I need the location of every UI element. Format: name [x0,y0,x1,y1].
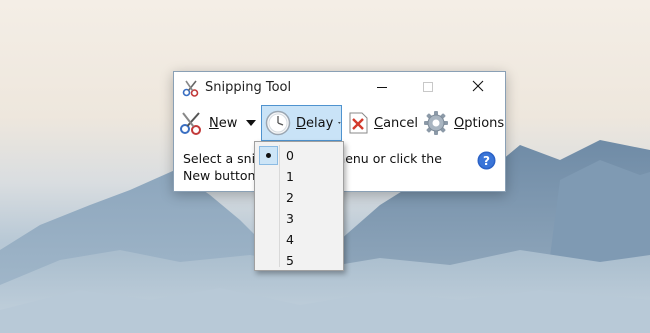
close-button[interactable] [459,72,505,103]
chevron-down-icon [246,120,256,126]
help-icon[interactable]: ? [477,151,496,170]
radio-bullet-icon [259,146,278,165]
cancel-button-label: Cancel [374,115,419,131]
new-button-label: New [209,115,238,131]
options-button-label: Options [454,115,505,131]
svg-text:?: ? [483,154,490,168]
delay-button[interactable]: Delay [261,105,342,141]
delay-option-1[interactable]: 1 [256,166,342,187]
cancel-button[interactable]: Cancel [347,103,419,143]
scissors-icon [182,79,200,97]
delay-option-label: 5 [286,253,294,268]
delay-option-label: 3 [286,211,294,226]
instruction-text-line1-right: menu or click the [333,151,442,166]
delay-option-0[interactable]: 0 [256,145,342,166]
options-button[interactable]: Options [423,103,505,143]
gear-icon [423,110,449,136]
delay-option-label: 4 [286,232,294,247]
delay-dropdown-menu: 0 1 2 3 4 5 [254,141,344,271]
window-title: Snipping Tool [205,80,292,95]
new-button[interactable]: New [178,103,240,143]
maximize-button[interactable] [405,72,451,103]
instruction-text-line2: New button [183,168,256,183]
delay-option-2[interactable]: 2 [256,187,342,208]
chevron-down-icon [338,122,341,124]
new-mode-dropdown-button[interactable] [246,103,260,143]
delay-button-label: Delay [296,115,334,131]
cancel-x-icon [347,110,369,136]
delay-option-label: 2 [286,190,294,205]
minimize-button[interactable] [359,72,405,103]
toolbar: New Delay Cancel Options [174,103,505,143]
scissors-icon [178,110,204,136]
title-bar[interactable]: Snipping Tool [174,72,505,103]
clock-icon [265,110,291,136]
delay-option-5[interactable]: 5 [256,250,342,271]
delay-option-label: 0 [286,148,294,163]
delay-option-label: 1 [286,169,294,184]
delay-option-3[interactable]: 3 [256,208,342,229]
delay-option-4[interactable]: 4 [256,229,342,250]
instruction-text-line1-left: Select a snip [183,151,264,166]
